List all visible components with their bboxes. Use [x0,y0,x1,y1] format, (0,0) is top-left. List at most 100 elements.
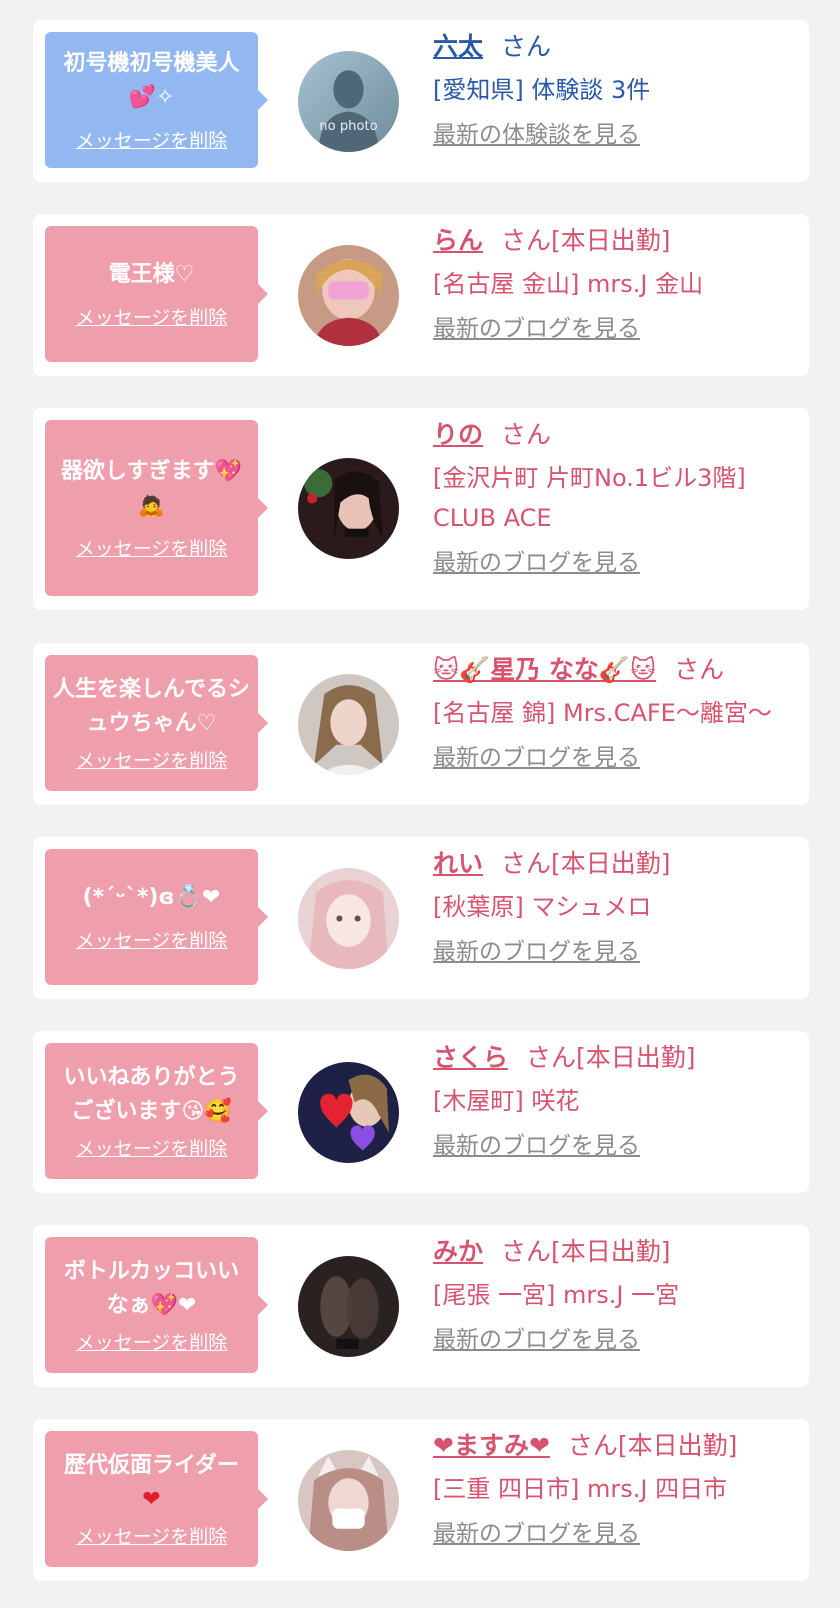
shop-info: [秋葉原] マシュメロ [433,893,652,921]
delete-message-link[interactable]: メッセージを削除 [76,1137,228,1161]
honorific: さん [501,420,552,449]
honorific: さん[本日出勤] [501,849,671,878]
shop-info: [愛知県] 体験談 3件 [433,76,651,104]
delete-message-link[interactable]: メッセージを削除 [76,929,228,953]
latest-review-link[interactable]: 最新の体験談を見る [433,120,640,150]
svg-text:no photo: no photo [319,119,377,134]
profile-photo [298,245,399,346]
honorific: さん [674,655,725,684]
shop-info: [名古屋 金山] mrs.J 金山 [433,270,704,298]
message-bubble: 初号機初号機美人 💕✧ メッセージを削除 [45,32,258,168]
honorific: さん[本日出勤] [501,226,671,255]
name-row: 🐱🎸星乃 なな🎸🐱 さん [433,651,799,689]
delete-message-link[interactable]: メッセージを削除 [76,1331,228,1355]
delete-message-link[interactable]: メッセージを削除 [76,1525,228,1549]
shop-info: [名古屋 錦] Mrs.CAFE〜離宮〜 [433,699,772,727]
message-bubble: (*´ᵕ`*)ɞ💍❤ メッセージを削除 [45,849,258,985]
heart-icon: ❤ [142,1487,161,1512]
honorific: さん[本日出勤] [567,1431,738,1460]
avatar[interactable] [298,1256,399,1357]
name-row: りの さん [433,416,799,454]
honorific: さん[本日出勤] [501,1237,671,1266]
avatar[interactable] [298,245,399,346]
sender-name-link[interactable]: 六太 [433,32,483,61]
name-row: れい さん[本日出勤] [433,845,799,883]
message-bubble: 人生を楽しんでるシュウちゃん♡ メッセージを削除 [45,655,258,791]
sender-info: さくら さん[本日出勤] [木屋町] 咲花 最新のブログを見る [433,1039,799,1161]
sender-info: れい さん[本日出勤] [秋葉原] マシュメロ 最新のブログを見る [433,845,799,967]
delete-message-link[interactable]: メッセージを削除 [76,129,228,153]
sender-info: ❤ますみ❤ さん[本日出勤] [三重 四日市] mrs.J 四日市 最新のブログを… [433,1427,799,1549]
sender-name-link[interactable]: ❤ますみ❤ [433,1431,550,1460]
honorific: さん [501,32,552,61]
message-card: 歴代仮面ライダー ❤ メッセージを削除 ❤ますみ❤ さん[本日出勤] [三重 四日… [33,1419,809,1581]
sender-info: みか さん[本日出勤] [尾張 一宮] mrs.J 一宮 最新のブログを見る [433,1233,799,1355]
latest-blog-link[interactable]: 最新のブログを見る [433,1131,640,1161]
sender-info: 六太 さん [愛知県] 体験談 3件 最新の体験談を見る [433,28,799,150]
delete-message-link[interactable]: メッセージを削除 [76,749,228,773]
name-row: 六太 さん [433,28,799,66]
message-card: いいねありがとうございます😘🥰 メッセージを削除 さくら さん[本日出勤] [木屋… [33,1031,809,1193]
sender-info: りの さん [金沢片町 片町No.1ビル3階] CLUB ACE 最新のブログを見… [433,416,799,578]
message-bubble: 歴代仮面ライダー ❤ メッセージを削除 [45,1431,258,1567]
message-bubble: 電王様♡ メッセージを削除 [45,226,258,362]
message-card: 電王様♡ メッセージを削除 らん さん[本日出勤] [名古屋 金山] mrs.J … [33,214,809,376]
avatar[interactable] [298,1062,399,1163]
message-bubble: 器欲しすぎます💖 🙇 メッセージを削除 [45,420,258,596]
message-card: 人生を楽しんでるシュウちゃん♡ メッセージを削除 🐱🎸星乃 なな🎸🐱 さん [名古… [33,643,809,805]
latest-blog-link[interactable]: 最新のブログを見る [433,1519,640,1549]
shop-info: [金沢片町 片町No.1ビル3階] CLUB ACE [433,464,746,532]
message-text: ボトルカッコいいなぁ💖❤ [63,1259,240,1318]
name-row: ❤ますみ❤ さん[本日出勤] [433,1427,799,1465]
avatar[interactable] [298,674,399,775]
sender-name-link[interactable]: らん [433,226,483,255]
message-bubble: いいねありがとうございます😘🥰 メッセージを削除 [45,1043,258,1179]
avatar[interactable]: no photo [298,51,399,152]
profile-photo [298,868,399,969]
sender-name-link[interactable]: れい [433,849,483,878]
name-row: さくら さん[本日出勤] [433,1039,799,1077]
message-text: 器欲しすぎます💖 🙇 [61,459,242,518]
message-card: 初号機初号機美人 💕✧ メッセージを削除 no photo 六太 さん [愛知県]… [33,20,809,182]
latest-blog-link[interactable]: 最新のブログを見る [433,314,640,344]
message-text: 人生を楽しんでるシュウちゃん♡ [53,677,250,736]
message-bubble: ボトルカッコいいなぁ💖❤ メッセージを削除 [45,1237,258,1373]
sender-name-link[interactable]: 🐱🎸星乃 なな🎸🐱 [433,655,656,684]
avatar[interactable] [298,1450,399,1551]
shop-info: [木屋町] 咲花 [433,1087,580,1115]
avatar[interactable] [298,458,399,559]
sender-info: 🐱🎸星乃 なな🎸🐱 さん [名古屋 錦] Mrs.CAFE〜離宮〜 最新のブログを… [433,651,799,773]
message-text: (*´ᵕ`*)ɞ💍❤ [82,885,221,910]
sender-name-link[interactable]: さくら [433,1043,508,1072]
no-photo-avatar-icon: no photo [298,51,399,152]
sender-info: らん さん[本日出勤] [名古屋 金山] mrs.J 金山 最新のブログを見る [433,222,799,344]
profile-photo [298,1062,399,1163]
shop-info: [三重 四日市] mrs.J 四日市 [433,1475,728,1503]
bubble-emoji: 💕✧ [128,85,175,110]
message-text: 歴代仮面ライダー ❤ [63,1453,240,1512]
sender-name-link[interactable]: りの [433,420,483,449]
name-row: みか さん[本日出勤] [433,1233,799,1271]
name-row: らん さん[本日出勤] [433,222,799,260]
message-card: ボトルカッコいいなぁ💖❤ メッセージを削除 みか さん[本日出勤] [尾張 一宮]… [33,1225,809,1387]
latest-blog-link[interactable]: 最新のブログを見る [433,1325,640,1355]
message-card: (*´ᵕ`*)ɞ💍❤ メッセージを削除 れい さん[本日出勤] [秋葉原] マシュ… [33,837,809,999]
delete-message-link[interactable]: メッセージを削除 [76,537,228,561]
message-text: 電王様♡ [108,262,195,287]
profile-photo [298,458,399,559]
sender-name-link[interactable]: みか [433,1237,483,1266]
latest-blog-link[interactable]: 最新のブログを見る [433,548,640,578]
message-text: 初号機初号機美人 💕✧ [63,51,240,110]
latest-blog-link[interactable]: 最新のブログを見る [433,743,640,773]
profile-photo [298,674,399,775]
honorific: さん[本日出勤] [526,1043,696,1072]
profile-photo [298,1256,399,1357]
delete-message-link[interactable]: メッセージを削除 [76,306,228,330]
profile-photo [298,1450,399,1551]
shop-info: [尾張 一宮] mrs.J 一宮 [433,1281,680,1309]
message-text: いいねありがとうございます😘🥰 [63,1065,240,1124]
bubble-emoji: 🙇 [137,493,166,518]
latest-blog-link[interactable]: 最新のブログを見る [433,937,640,967]
message-card: 器欲しすぎます💖 🙇 メッセージを削除 りの さん [金沢片町 片町No.1ビル3… [33,408,809,610]
avatar[interactable] [298,868,399,969]
